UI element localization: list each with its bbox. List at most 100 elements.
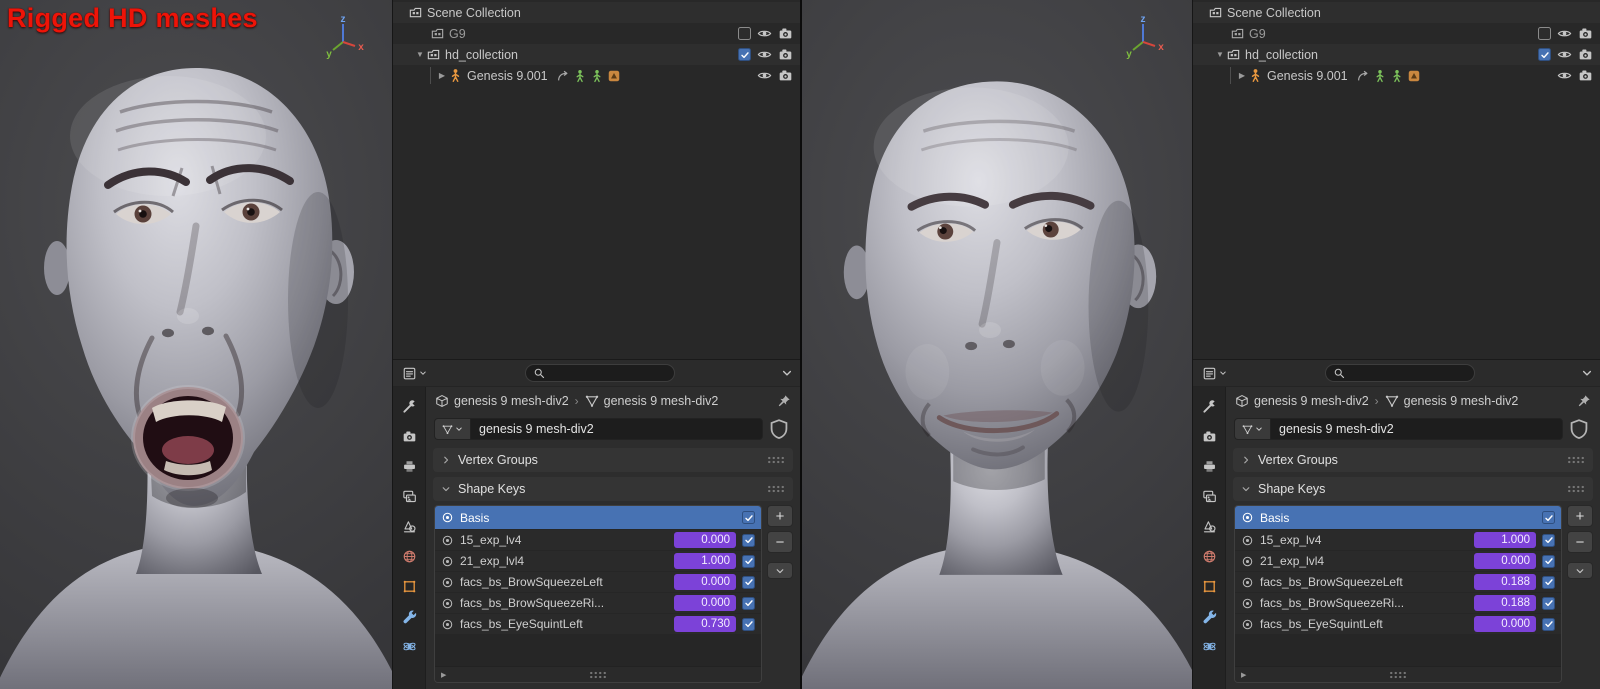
shape-key-checkbox[interactable] (742, 575, 755, 589)
tab-output[interactable] (1196, 456, 1222, 477)
tab-object[interactable] (396, 576, 422, 597)
outliner-row-genesis[interactable]: ▶ Genesis 9.001 (393, 65, 800, 86)
add-shape-key-button[interactable]: + (767, 505, 793, 527)
search-input[interactable] (550, 365, 667, 381)
properties-search[interactable] (525, 364, 675, 382)
tab-scene[interactable] (396, 516, 422, 537)
panel-grip-handle[interactable] (1567, 456, 1585, 464)
pin-icon[interactable] (1577, 394, 1591, 408)
tab-modifiers[interactable] (1196, 606, 1222, 627)
list-resize-grip[interactable] (589, 671, 607, 679)
shape-key-checkbox[interactable] (1542, 554, 1555, 568)
shape-key-value-slider[interactable]: 1.000 (1474, 532, 1536, 548)
outliner-row-hd-collection[interactable]: ▼ hd_collection (1193, 44, 1600, 65)
shape-key-value-slider[interactable]: 0.730 (674, 616, 736, 632)
tab-physics[interactable] (1196, 636, 1222, 657)
tab-object[interactable] (1196, 576, 1222, 597)
breadcrumb-data[interactable]: genesis 9 mesh-div2 (604, 394, 719, 408)
datablock-name-input[interactable] (1270, 418, 1563, 440)
active-shape-key-expand[interactable]: ▶ (1235, 666, 1561, 682)
shape-key-value-slider[interactable]: 0.000 (674, 595, 736, 611)
hide-viewport-eye-icon[interactable] (1557, 68, 1572, 83)
tab-scene[interactable] (1196, 516, 1222, 537)
shape-key-value-slider[interactable]: 0.000 (1474, 616, 1536, 632)
navigation-gizmo[interactable]: z y x (318, 12, 368, 62)
viewport-3d-right[interactable]: z y x (802, 0, 1192, 689)
shape-key-row[interactable]: facs_bs_BrowSqueezeRi... 0.000 (435, 592, 761, 613)
collapse-triangle-icon[interactable]: ▶ (1236, 71, 1248, 80)
list-resize-grip[interactable] (1389, 671, 1407, 679)
shape-key-row[interactable]: facs_bs_BrowSqueezeRi... 0.188 (1235, 592, 1561, 613)
shape-key-row[interactable]: Basis (435, 506, 761, 529)
breadcrumb-data[interactable]: genesis 9 mesh-div2 (1404, 394, 1519, 408)
vertex-groups-panel-header[interactable]: Vertex Groups (433, 448, 793, 472)
shape-key-checkbox[interactable] (1542, 511, 1555, 524)
exclude-checkbox[interactable] (1538, 27, 1551, 40)
disable-render-camera-icon[interactable] (1578, 68, 1593, 83)
navigation-gizmo[interactable]: z y x (1118, 12, 1168, 62)
exclude-checkbox[interactable] (1538, 48, 1551, 61)
tab-render[interactable] (1196, 426, 1222, 447)
hide-viewport-eye-icon[interactable] (757, 26, 772, 41)
shape-key-specials-menu[interactable] (767, 562, 793, 579)
outliner-row-g9[interactable]: G9 (393, 23, 800, 44)
hide-viewport-eye-icon[interactable] (757, 47, 772, 62)
tab-render[interactable] (396, 426, 422, 447)
expand-triangle-icon[interactable]: ▼ (414, 50, 426, 59)
disable-render-camera-icon[interactable] (1578, 47, 1593, 62)
outliner-row-hd-collection[interactable]: ▼ hd_collection (393, 44, 800, 65)
shape-key-checkbox[interactable] (742, 554, 755, 568)
add-shape-key-button[interactable]: + (1567, 505, 1593, 527)
shape-key-checkbox[interactable] (742, 511, 755, 524)
shape-key-checkbox[interactable] (742, 596, 755, 610)
outliner-row-scene-collection[interactable]: Scene Collection (1193, 2, 1600, 23)
editor-type-dropdown[interactable] (1200, 364, 1229, 383)
tab-tool[interactable] (396, 396, 422, 417)
tab-modifiers[interactable] (396, 606, 422, 627)
tab-physics[interactable] (396, 636, 422, 657)
shape-key-checkbox[interactable] (1542, 533, 1555, 547)
panel-grip-handle[interactable] (767, 456, 785, 464)
tab-world[interactable] (396, 546, 422, 567)
shape-key-checkbox[interactable] (742, 533, 755, 547)
collapse-triangle-icon[interactable]: ▶ (436, 71, 448, 80)
shape-key-row[interactable]: 21_exp_lvl4 0.000 (1235, 550, 1561, 571)
tab-world[interactable] (1196, 546, 1222, 567)
shape-key-checkbox[interactable] (742, 617, 755, 631)
shape-key-value-slider[interactable]: 0.000 (1474, 553, 1536, 569)
shape-key-value-slider[interactable]: 1.000 (674, 553, 736, 569)
breadcrumb-object[interactable]: genesis 9 mesh-div2 (1254, 394, 1369, 408)
disable-render-camera-icon[interactable] (1578, 26, 1593, 41)
panel-grip-handle[interactable] (1567, 485, 1585, 493)
shape-key-specials-menu[interactable] (1567, 562, 1593, 579)
shape-key-value-slider[interactable]: 0.000 (674, 532, 736, 548)
editor-type-dropdown[interactable] (400, 364, 429, 383)
outliner-row-g9[interactable]: G9 (1193, 23, 1600, 44)
hide-viewport-eye-icon[interactable] (1557, 26, 1572, 41)
shape-key-row[interactable]: 15_exp_lv4 1.000 (1235, 529, 1561, 550)
breadcrumb-object[interactable]: genesis 9 mesh-div2 (454, 394, 569, 408)
disable-render-camera-icon[interactable] (778, 47, 793, 62)
shape-key-checkbox[interactable] (1542, 575, 1555, 589)
remove-shape-key-button[interactable]: − (1567, 531, 1593, 553)
header-chevron-icon[interactable] (1581, 367, 1593, 379)
shape-key-value-slider[interactable]: 0.188 (1474, 595, 1536, 611)
datablock-selector[interactable] (434, 418, 470, 440)
hide-viewport-eye-icon[interactable] (757, 68, 772, 83)
outliner-row-scene-collection[interactable]: Scene Collection (393, 2, 800, 23)
exclude-checkbox[interactable] (738, 48, 751, 61)
active-shape-key-expand[interactable]: ▶ (435, 666, 761, 682)
shape-key-row[interactable]: facs_bs_BrowSqueezeLeft 0.000 (435, 571, 761, 592)
datablock-name-input[interactable] (470, 418, 763, 440)
viewport-3d-left[interactable]: Rigged HD meshes z y x (0, 0, 392, 689)
properties-search[interactable] (1325, 364, 1475, 382)
disable-render-camera-icon[interactable] (778, 68, 793, 83)
shield-icon[interactable] (766, 418, 792, 440)
exclude-checkbox[interactable] (738, 27, 751, 40)
tab-output[interactable] (396, 456, 422, 477)
outliner-row-genesis[interactable]: ▶ Genesis 9.001 (1193, 65, 1600, 86)
tab-view-layer[interactable] (1196, 486, 1222, 507)
vertex-groups-panel-header[interactable]: Vertex Groups (1233, 448, 1593, 472)
tab-view-layer[interactable] (396, 486, 422, 507)
hide-viewport-eye-icon[interactable] (1557, 47, 1572, 62)
